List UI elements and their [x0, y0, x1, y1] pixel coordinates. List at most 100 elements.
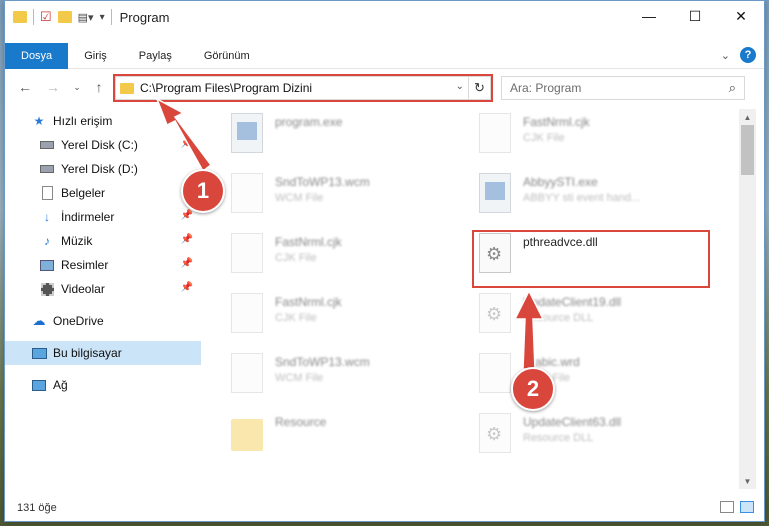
sidebar-item-quick-access[interactable]: ★ Hızlı erişim: [5, 109, 201, 133]
folder-icon: [231, 419, 263, 451]
arrow-right-icon: →: [46, 79, 60, 95]
documents-icon: [39, 186, 55, 200]
file-item[interactable]: AbbyySTI.exe ABBYY sti event hand...: [453, 169, 693, 223]
sidebar-item-onedrive[interactable]: ☁ OneDrive: [5, 309, 201, 333]
sidebar-item-local-disk-d[interactable]: Yerel Disk (D:): [5, 157, 201, 181]
sidebar-item-label: Yerel Disk (C:): [61, 138, 138, 152]
file-name: AbbyySTI.exe: [523, 175, 598, 189]
ribbon-right: ⌄ ?: [721, 47, 756, 63]
search-box[interactable]: Ara: Program ⌕: [501, 76, 745, 100]
back-button[interactable]: ←: [15, 77, 35, 97]
details-view-icon[interactable]: [720, 501, 734, 513]
new-folder-icon[interactable]: [57, 11, 72, 23]
sidebar-item-label: Belgeler: [61, 186, 106, 200]
sidebar-item-documents[interactable]: Belgeler 📌: [5, 181, 201, 205]
sidebar-item-label: Müzik: [61, 234, 93, 248]
properties-icon[interactable]: ☑: [40, 9, 52, 25]
file-icon: [231, 293, 263, 333]
cloud-icon: ☁: [32, 313, 46, 328]
file-name: FastNrml.cjk: [275, 295, 342, 309]
download-icon: ↓: [44, 210, 50, 224]
file-item[interactable]: SndToWP13.wcm WCM File: [205, 349, 445, 403]
file-type: WCM File: [275, 372, 324, 384]
address-highlight-box: [113, 74, 493, 102]
forward-button[interactable]: →: [43, 77, 63, 97]
tab-dosya[interactable]: Dosya: [5, 42, 69, 69]
file-icon: [479, 113, 511, 153]
sidebar-item-label: Resimler: [61, 258, 109, 272]
pin-icon[interactable]: 📌: [181, 210, 193, 221]
tab-paylas[interactable]: Paylaş: [123, 43, 188, 69]
tab-giris[interactable]: Giriş: [68, 43, 123, 69]
pin-icon[interactable]: 📌: [181, 234, 193, 245]
file-item[interactable]: Resource: [205, 409, 445, 463]
scroll-up-button[interactable]: ▲: [739, 109, 756, 125]
maximize-button[interactable]: ☐: [672, 1, 718, 31]
file-item[interactable]: UpdateClient63.dll Resource DLL: [453, 409, 693, 463]
file-name: FastNrml.cjk: [275, 235, 342, 249]
file-icon: [479, 353, 511, 393]
file-type: ABBYY sti event hand...: [523, 192, 641, 204]
star-icon: ★: [33, 114, 45, 128]
file-type: CJK File: [275, 312, 317, 324]
sidebar-item-label: Yerel Disk (D:): [61, 162, 138, 176]
tab-gorunum[interactable]: Görünüm: [188, 43, 266, 69]
expand-ribbon-icon[interactable]: ⌄: [721, 49, 730, 62]
file-item[interactable]: FastNrml.cjk CJK File: [453, 109, 693, 163]
large-icons-view-icon[interactable]: [740, 501, 754, 513]
chevron-down-icon[interactable]: ▾: [100, 12, 105, 23]
sidebar-item-network[interactable]: Ağ: [5, 373, 201, 397]
file-item[interactable]: program.exe: [205, 109, 445, 163]
pin-icon[interactable]: 📌: [181, 138, 193, 149]
exe-file-icon: [479, 173, 511, 213]
file-icon: [231, 233, 263, 273]
sidebar-item-downloads[interactable]: ↓ İndirmeler 📌: [5, 205, 201, 229]
sidebar-item-local-disk-c[interactable]: Yerel Disk (C:) 📌: [5, 133, 201, 157]
file-type: WCM File: [275, 192, 324, 204]
pin-icon[interactable]: 📌: [181, 282, 193, 293]
search-icon: ⌕: [728, 80, 736, 95]
close-button[interactable]: ✕: [718, 1, 764, 31]
file-item[interactable]: FastNrml.cjk CJK File: [205, 229, 445, 283]
sidebar-item-videos[interactable]: Videolar 📌: [5, 277, 201, 301]
file-item[interactable]: UpdateClient19.dll Resource DLL: [453, 289, 693, 343]
toolbar-separator: [33, 9, 34, 25]
file-item[interactable]: FastNrml.cjk CJK File: [205, 289, 445, 343]
arrow-left-icon: ←: [18, 79, 32, 95]
title-bar: ☑ ▤▾ ▾ Program — ☐ ✕: [5, 1, 764, 33]
sidebar-item-label: Bu bilgisayar: [53, 346, 122, 360]
search-input[interactable]: Ara: Program: [510, 81, 581, 95]
vertical-scrollbar[interactable]: ▲ ▼: [739, 109, 756, 489]
scroll-thumb[interactable]: [741, 125, 754, 175]
file-icon: [231, 173, 263, 213]
file-type: CJK File: [275, 252, 317, 264]
sidebar-item-label: Hızlı erişim: [53, 114, 113, 128]
status-bar: 131 öğe: [5, 497, 764, 519]
file-name: FastNrml.cjk: [523, 115, 590, 129]
explorer-window: ☑ ▤▾ ▾ Program — ☐ ✕ Dosya Giriş Paylaş …: [4, 0, 765, 522]
help-icon[interactable]: ?: [740, 47, 756, 63]
minimize-button[interactable]: —: [626, 1, 672, 31]
music-icon: ♪: [44, 234, 50, 248]
file-name: UpdateClient19.dll: [523, 295, 622, 309]
sidebar-item-this-pc[interactable]: Bu bilgisayar: [5, 341, 201, 365]
item-count: 131 öğe: [17, 502, 57, 514]
pin-icon[interactable]: 📌: [181, 258, 193, 269]
dll-file-icon: [479, 413, 511, 453]
toolbar-separator: [110, 9, 112, 25]
exe-file-icon: [231, 113, 263, 153]
file-name: SndToWP13.wcm: [275, 175, 370, 189]
up-button[interactable]: ↑: [89, 77, 109, 97]
sidebar-item-label: Ağ: [53, 378, 68, 392]
scroll-down-button[interactable]: ▼: [739, 473, 756, 489]
file-item[interactable]: SndToWP13.wcm WCM File: [205, 169, 445, 223]
computer-icon: [31, 346, 47, 360]
sidebar-item-music[interactable]: ♪ Müzik 📌: [5, 229, 201, 253]
dll-file-icon: [479, 293, 511, 333]
customize-toolbar-icon[interactable]: ▤▾: [78, 11, 94, 24]
sidebar-item-pictures[interactable]: Resimler 📌: [5, 253, 201, 277]
arrow-up-icon: ↑: [95, 79, 103, 95]
recent-locations-button[interactable]: ⌄: [67, 77, 87, 97]
file-list: program.exe SndToWP13.wcm WCM File FastNr…: [205, 109, 739, 489]
file-item[interactable]: Arabic.wrdWRD File: [453, 349, 693, 403]
